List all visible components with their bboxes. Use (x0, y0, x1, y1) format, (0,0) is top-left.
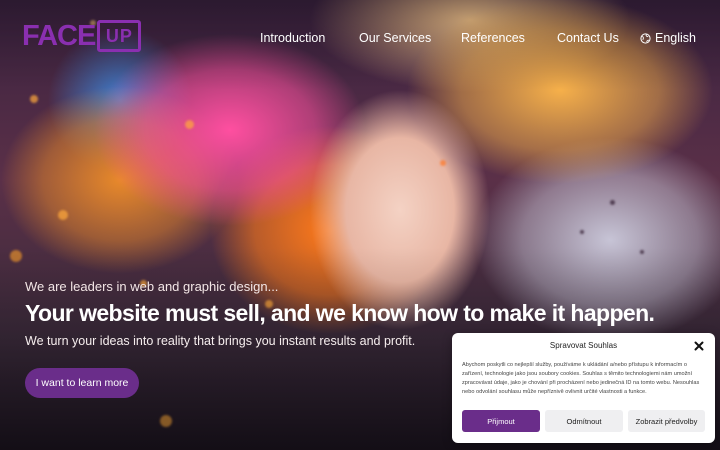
nav-contact-us[interactable]: Contact Us (557, 28, 619, 48)
learn-more-button[interactable]: I want to learn more (25, 368, 139, 398)
main-nav: Introduction Our Services References Con… (0, 28, 720, 48)
nav-our-services[interactable]: Our Services (359, 28, 431, 48)
language-switcher[interactable]: English (640, 28, 696, 48)
deny-button[interactable]: Odmítnout (545, 410, 623, 432)
accept-button[interactable]: Přijmout (462, 410, 540, 432)
site-header: FACE UP Introduction Our Services Refere… (0, 0, 720, 75)
preferences-button[interactable]: Zobrazit předvolby (628, 410, 705, 432)
consent-text: Abychom poskytli co nejlepší služby, pou… (462, 362, 700, 395)
globe-icon (640, 32, 651, 44)
hero-subline: We turn your ideas into reality that bri… (25, 334, 416, 348)
consent-title: Spravovat Souhlas (549, 341, 618, 350)
nav-introduction[interactable]: Introduction (260, 28, 325, 48)
hero-kicker: We are leaders in web and graphic design… (25, 279, 279, 294)
nav-references[interactable]: References (461, 28, 525, 48)
close-icon[interactable] (693, 340, 705, 352)
hero-headline: Your website must sell, and we know how … (25, 300, 655, 326)
cookie-consent-dialog: Spravovat Souhlas Abychom poskytli co ne… (452, 333, 715, 443)
language-label: English (655, 31, 696, 45)
